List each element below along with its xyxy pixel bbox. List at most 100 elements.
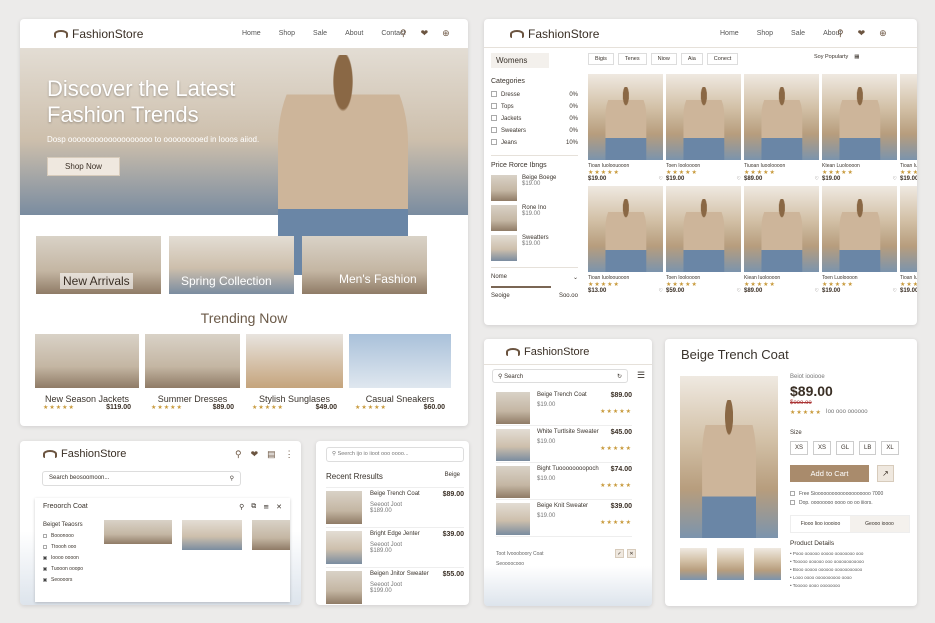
sidebar-item[interactable]: Seoooors (43, 575, 96, 586)
wishlist-icon[interactable]: ♡ (815, 288, 819, 294)
refresh-icon[interactable]: ↻ (617, 373, 622, 380)
tab-aia[interactable]: Aia (680, 53, 703, 65)
product-card[interactable]: Tioan Iuoloouooon★★★★★$19.00♡ (900, 186, 917, 294)
sort-dropdown[interactable]: Soy Popularty ▦ (814, 54, 859, 60)
side-item[interactable]: Rone Ino $19.00 (491, 205, 578, 231)
add-to-cart-button[interactable]: Add to Cart (790, 465, 869, 482)
list-item[interactable]: Bight Tuoooooooopoch $74.00 $19.00 ★★★★★ (496, 463, 632, 500)
product-card[interactable]: Ktean Luoloooon ★★★★★ $19.00 ♡ (822, 74, 897, 182)
brand-logo[interactable]: FashionStore (506, 346, 589, 358)
trending-item[interactable]: Stylish Sunglases ★★★★★ $49.00 (246, 334, 343, 411)
side-item[interactable]: Sweatters $19.00 (491, 235, 578, 261)
nav-shop[interactable]: Shop (757, 30, 773, 37)
list-item[interactable]: Bright Edge Jenter $39.00 Seeoot Joot $18… (326, 527, 464, 567)
recent-filter-label[interactable]: Beige (445, 472, 460, 481)
result-thumb[interactable] (252, 520, 290, 550)
grid-view-icon[interactable]: ▦ (854, 54, 859, 60)
search-icon[interactable]: ⚲ (400, 28, 407, 39)
search-icon[interactable]: ⚲ (230, 475, 234, 482)
tab-reviews[interactable]: Geooo ioooo (850, 516, 909, 532)
size-option-lb[interactable]: LB (859, 441, 877, 455)
product-card[interactable]: Toen Iooloooon ★★★★★ $19.00 ♡ (666, 74, 741, 182)
heart-icon[interactable]: ❤ (858, 28, 866, 39)
category-item[interactable]: Dresse 0% (491, 89, 578, 101)
wishlist-icon[interactable]: ♡ (893, 176, 897, 182)
cart-icon[interactable]: ⊕ (442, 28, 450, 39)
more-icon[interactable]: ⋮ (285, 449, 294, 460)
nav-home[interactable]: Home (242, 30, 261, 37)
trending-item[interactable]: Summer Dresses ★★★★★ $89.00 (145, 334, 240, 411)
nav-about[interactable]: About (345, 30, 363, 37)
search-icon[interactable]: ⚲ (837, 28, 844, 39)
close-icon[interactable]: ✕ (276, 503, 282, 511)
nav-sale[interactable]: Sale (313, 30, 327, 37)
list-item[interactable]: White Turtlsite Sweater $45.00 $19.00 ★★★… (496, 426, 632, 463)
shop-now-button[interactable]: Shop Now (47, 157, 120, 176)
close-icon[interactable]: ✕ (627, 549, 636, 558)
wishlist-icon[interactable]: ♡ (659, 176, 663, 182)
heart-icon[interactable]: ❤ (421, 28, 429, 39)
tab-tenes[interactable]: Tenes (617, 53, 647, 65)
collection-spring[interactable]: Spring Collection (169, 236, 294, 294)
product-card[interactable]: Toen Luoloooon ★★★★★ $19.00 ♡ (822, 186, 897, 294)
sidebar-item[interactable]: Booonooo (43, 531, 96, 542)
size-option-gl[interactable]: GL (836, 441, 855, 455)
checkbox[interactable] (491, 103, 497, 110)
brand-logo[interactable]: FashionStore (54, 27, 143, 41)
tab-description[interactable]: Fiooo Iioo ioooioo (791, 516, 850, 532)
list-item[interactable]: Beige Trench Coat $89.00 Seeoot Joot $189… (326, 487, 464, 527)
collection-new-arrivals[interactable]: New Arrivals (36, 236, 161, 294)
product-card[interactable]: Tioan Iuoloouooon★★★★★$19.00♡ (588, 74, 663, 182)
menu-icon[interactable]: ☰ (637, 370, 645, 381)
thumbnail[interactable] (754, 548, 781, 580)
search-icon[interactable]: ⚲ (239, 503, 244, 511)
product-card[interactable]: Tiuoan Iuooloooon ★★★★★ $89.00 ♡ (744, 74, 819, 182)
side-item[interactable]: Beige Boege $19.00 (491, 175, 578, 201)
nav-shop[interactable]: Shop (279, 30, 295, 37)
heart-icon[interactable]: ❤ (251, 449, 259, 460)
copy-icon[interactable]: ⧉ (251, 503, 256, 511)
checkbox[interactable] (491, 91, 497, 98)
category-item[interactable]: Sweaters 0% (491, 125, 578, 137)
search-input[interactable]: ⚲ Seerch ijo io iioot ooo oooo... (326, 447, 464, 462)
result-thumb[interactable] (182, 520, 242, 550)
category-item[interactable]: Tops 0% (491, 101, 578, 113)
sort-label[interactable]: Nome (491, 274, 507, 281)
tab-niow[interactable]: Niow (650, 53, 677, 65)
sidebar-item[interactable]: Ioooo oooon (43, 553, 96, 564)
list-item[interactable]: Beigen Jnitor Sweater $55.00 Seeoot Joot … (326, 567, 464, 605)
edit-icon[interactable]: ✓ (615, 549, 624, 558)
nav-home[interactable]: Home (720, 30, 739, 37)
search-input[interactable]: ⚲ Search ↻ (492, 369, 628, 383)
product-card[interactable]: Kiean Iuoloooon ★★★★★ $89.00 ♡ (744, 186, 819, 294)
chevron-down-icon[interactable]: ⌄ (573, 274, 578, 281)
trending-item[interactable]: Casual Sneakers ★★★★★ $60.00 (349, 334, 451, 411)
collection-mens[interactable]: Men's Fashion (302, 236, 427, 294)
wishlist-icon[interactable]: ♡ (737, 288, 741, 294)
search-icon[interactable]: ⚲ (235, 449, 242, 460)
thumbnail[interactable] (680, 548, 707, 580)
size-option-xs[interactable]: XS (790, 441, 809, 455)
result-thumb[interactable] (104, 520, 172, 544)
size-option-xs[interactable]: XS (813, 441, 832, 455)
checkbox[interactable] (491, 139, 497, 146)
wishlist-icon[interactable]: ♡ (659, 288, 663, 294)
thumbnail[interactable] (717, 548, 744, 580)
sidebar-item[interactable]: Tuooon ooopo (43, 564, 96, 575)
list-item[interactable]: Beige Knit Sweater $39.00 $19.00 ★★★★★ (496, 500, 632, 537)
cart-icon[interactable]: ⊕ (879, 28, 887, 39)
size-option-xl[interactable]: XL (881, 441, 899, 455)
cart-icon[interactable]: ▤ (267, 449, 276, 460)
filter-icon[interactable]: ≌ (263, 503, 269, 511)
checkbox[interactable] (491, 127, 497, 134)
product-card[interactable]: Tioan Iuoloouooon ★★★★★ $13.00 ♡ (588, 186, 663, 294)
sidebar-item[interactable]: Ttoooh ooo (43, 542, 96, 553)
product-card[interactable]: Toen Iooloooon ★★★★★ $59.00 ♡ (666, 186, 741, 294)
nav-sale[interactable]: Sale (791, 30, 805, 37)
brand-logo[interactable]: FashionStore (43, 448, 126, 460)
search-input[interactable]: Search beosoomoon... ⚲ (42, 471, 241, 486)
tab-conect[interactable]: Conect (706, 53, 739, 65)
share-icon[interactable]: ↗ (877, 465, 894, 482)
brand-logo[interactable]: FashionStore (510, 27, 599, 41)
tab-bigis[interactable]: Bigis (588, 53, 614, 65)
